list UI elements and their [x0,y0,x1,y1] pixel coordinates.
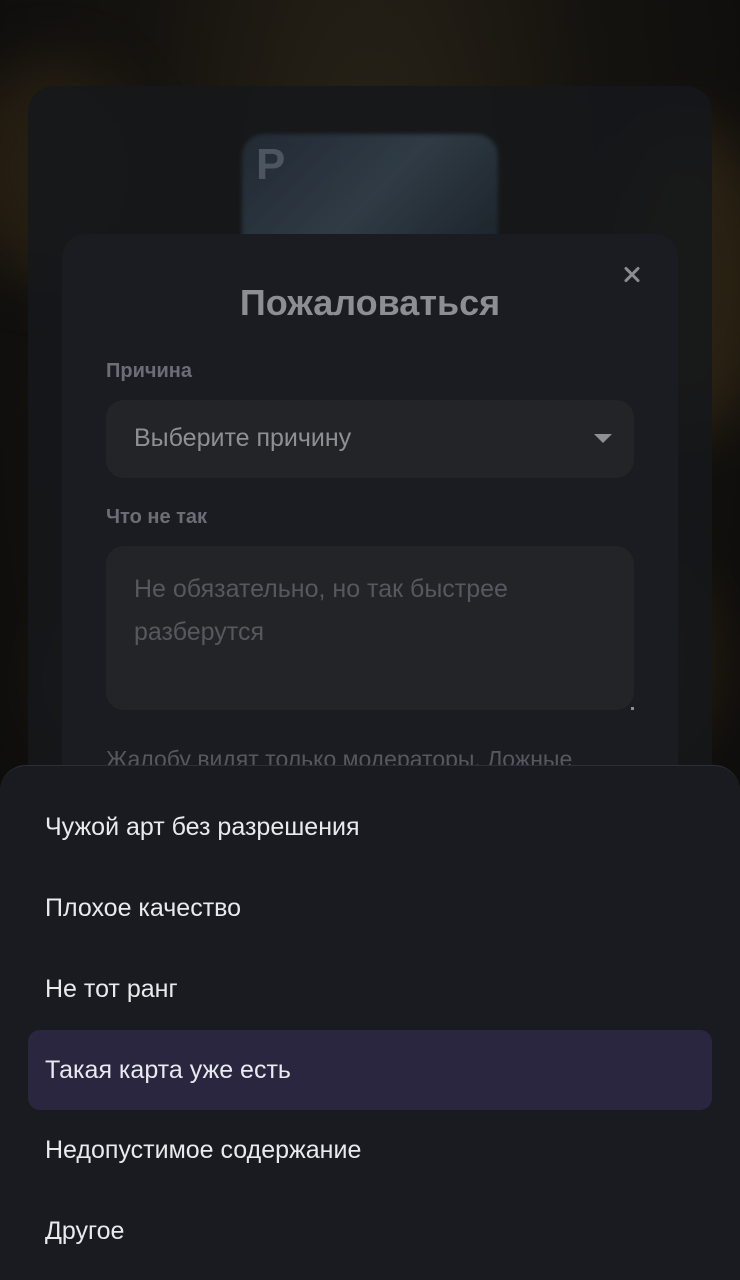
reason-options-sheet: Чужой арт без разрешения Плохое качество… [0,765,740,1280]
report-modal: Пожаловаться Причина Выберите причину Чт… [62,234,678,834]
screen: P Пожаловаться Причина Выберите причину … [0,0,740,1280]
resize-handle-icon[interactable] [631,707,634,710]
modal-title: Пожаловаться [239,282,501,323]
option-wrong-rank[interactable]: Не тот ранг [28,949,712,1029]
option-inappropriate-content[interactable]: Недопустимое содержание [28,1110,712,1190]
option-bad-quality[interactable]: Плохое качество [28,868,712,948]
details-textarea[interactable]: Не обязательно, но так быстрее разберутс… [106,546,634,710]
reason-select[interactable]: Выберите причину [106,400,634,478]
option-label: Другое [45,1217,125,1245]
reason-label: Причина [106,360,192,382]
details-placeholder: Не обязательно, но так быстрее разберутс… [134,575,508,646]
option-duplicate-card[interactable]: Такая карта уже есть [28,1030,712,1110]
card-rank-letter: P [256,140,286,189]
option-label: Такая карта уже есть [45,1056,291,1084]
option-foreign-art[interactable]: Чужой арт без разрешения [28,787,712,867]
reason-select-value: Выберите причину [134,424,352,452]
option-label: Чужой арт без разрешения [45,813,360,841]
option-label: Плохое качество [45,894,242,922]
option-other[interactable]: Другое [28,1191,712,1271]
option-label: Недопустимое содержание [45,1136,362,1164]
caret-down-icon [594,434,612,443]
option-label: Не тот ранг [45,975,178,1003]
details-label: Что не так [106,506,208,528]
